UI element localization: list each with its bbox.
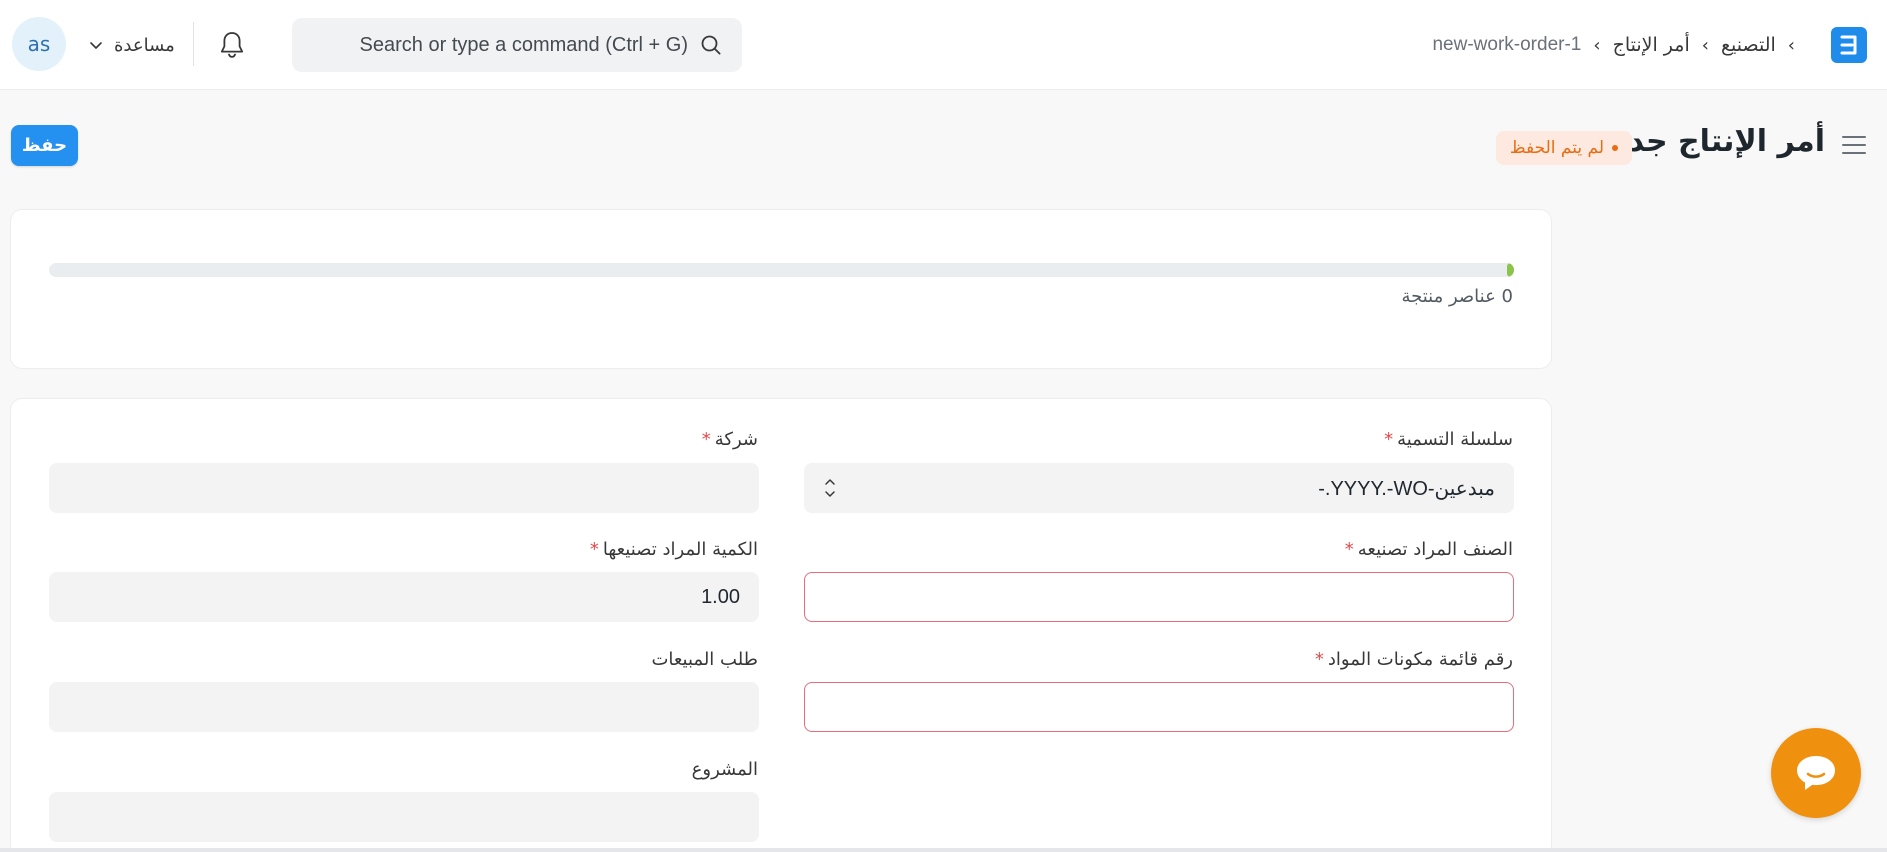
project-label: المشروع	[692, 759, 758, 780]
chat-launcher[interactable]	[1771, 728, 1861, 818]
required-asterisk: *	[701, 429, 711, 450]
app-logo[interactable]	[1831, 27, 1867, 63]
select-arrows-icon	[825, 479, 835, 497]
help-dropdown[interactable]: مساعدة	[88, 28, 175, 62]
page-title: أمر الإنتاج جديد	[1600, 124, 1825, 159]
save-button[interactable]: حفظ	[11, 125, 78, 166]
awesomebar-search[interactable]: Search or type a command (Ctrl + G)	[292, 18, 742, 72]
breadcrumb-separator: ›	[1701, 34, 1709, 56]
top-navbar: as مساعدة Search or type a command (Ctrl…	[0, 0, 1887, 90]
chevron-down-icon	[90, 42, 102, 49]
breadcrumb-manufacturing[interactable]: التصنيع	[1721, 34, 1776, 56]
status-indicator: لم يتم الحفظ	[1495, 131, 1632, 165]
company-label-text: شركة	[714, 429, 758, 450]
project-field[interactable]	[49, 792, 759, 842]
required-asterisk: *	[589, 539, 599, 560]
status-text: لم يتم الحفظ	[1509, 138, 1604, 158]
production-item-label-text: الصنف المراد تصنيعه	[1357, 539, 1513, 560]
chat-bubble-icon	[1797, 756, 1835, 790]
sales-order-field[interactable]	[49, 682, 759, 732]
qty-value: 1.00	[701, 585, 740, 608]
qty-label-text: الكمية المراد تصنيعها	[602, 539, 758, 560]
help-label: مساعدة	[114, 34, 175, 56]
required-asterisk: *	[1344, 539, 1354, 560]
status-dot	[1612, 145, 1618, 151]
project-label-text: المشروع	[691, 759, 758, 780]
naming-series-select[interactable]: مبدعين-YYYY.-WO.-	[804, 463, 1514, 513]
erpnext-logo-icon	[1840, 35, 1857, 55]
progress-fill	[1506, 263, 1514, 277]
user-avatar[interactable]: as	[12, 17, 66, 71]
page-bottom-edge	[0, 848, 1887, 852]
sidebar-toggle-icon[interactable]	[1841, 134, 1867, 156]
breadcrumb-separator: ›	[1787, 34, 1795, 56]
breadcrumb-current: new-work-order-1	[1432, 34, 1582, 55]
sales-order-label-text: طلب المبيعات	[651, 649, 758, 670]
company-field[interactable]	[49, 463, 759, 513]
company-label: شركة*	[702, 429, 758, 450]
bom-no-label: رقم قائمة مكونات المواد*	[1315, 649, 1513, 670]
search-input[interactable]: Search or type a command (Ctrl + G)	[360, 34, 688, 57]
naming-series-value: مبدعين-YYYY.-WO.-	[1318, 477, 1495, 500]
breadcrumb: › التصنيع › أمر الإنتاج › new-work-order…	[1432, 28, 1795, 62]
progress-label: 0 عناصر منتجة	[1401, 286, 1513, 307]
navbar-divider	[193, 22, 194, 66]
qty-label: الكمية المراد تصنيعها*	[590, 539, 758, 560]
progress-bar	[49, 263, 1514, 277]
breadcrumb-work-order[interactable]: أمر الإنتاج	[1613, 34, 1690, 56]
search-icon	[701, 35, 721, 55]
required-asterisk: *	[1314, 649, 1324, 670]
naming-series-label-text: سلسلة التسمية	[1397, 429, 1513, 450]
sales-order-label: طلب المبيعات	[651, 649, 758, 670]
notification-bell-icon[interactable]	[218, 30, 246, 60]
progress-card: 0 عناصر منتجة	[10, 209, 1552, 369]
production-item-label: الصنف المراد تصنيعه*	[1345, 539, 1513, 560]
required-asterisk: *	[1384, 429, 1394, 450]
qty-field[interactable]: 1.00	[49, 572, 759, 622]
work-order-form: سلسلة التسمية* مبدعين-YYYY.-WO.- شركة* ا…	[10, 398, 1552, 852]
breadcrumb-separator: ›	[1593, 34, 1601, 56]
naming-series-label: سلسلة التسمية*	[1384, 429, 1513, 450]
bom-no-label-text: رقم قائمة مكونات المواد	[1327, 649, 1513, 670]
production-item-field[interactable]	[804, 572, 1514, 622]
bom-no-field[interactable]	[804, 682, 1514, 732]
